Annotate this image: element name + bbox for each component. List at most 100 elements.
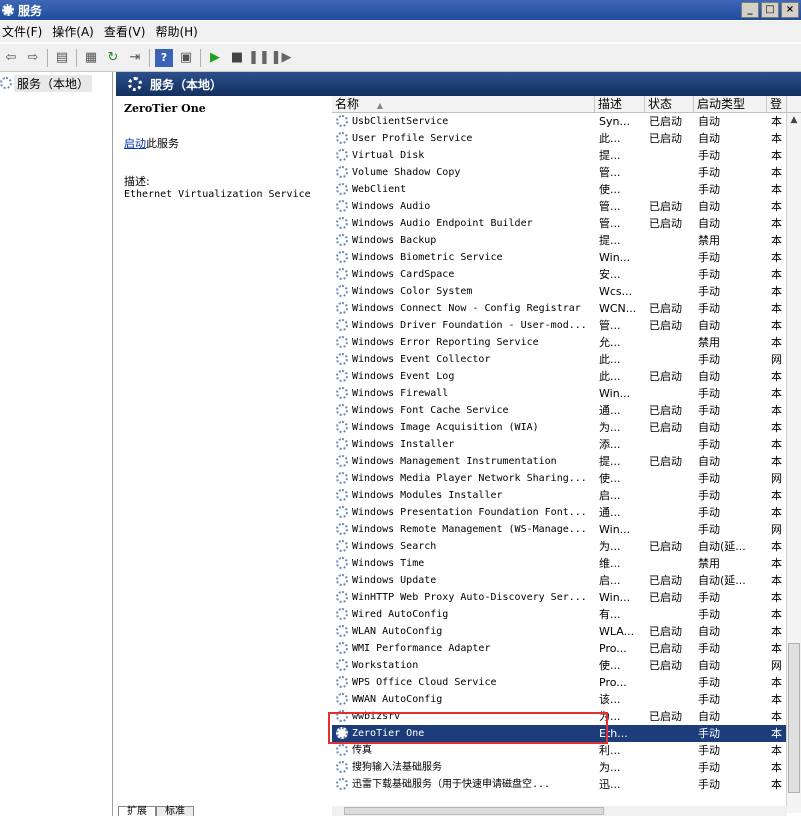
- menu-file[interactable]: 文件(F): [0, 23, 50, 40]
- service-name: Volume Shadow Copy: [352, 167, 461, 178]
- table-row[interactable]: WLAN AutoConfig WLA... 已启动 自动本: [332, 623, 787, 640]
- table-row[interactable]: Windows Audio 管... 已启动 自动本: [332, 198, 787, 215]
- service-gear-icon: [336, 319, 348, 331]
- table-row[interactable]: Windows Event Log 此... 已启动 自动本: [332, 368, 787, 385]
- table-row[interactable]: wwbizsrv 为... 已启动 自动本: [332, 708, 787, 725]
- service-gear-icon: [336, 659, 348, 671]
- help-icon[interactable]: ?: [155, 48, 173, 67]
- minimize-button[interactable]: _: [741, 2, 759, 18]
- pause-service-icon[interactable]: ❚❚: [248, 49, 270, 67]
- menu-action[interactable]: 操作(A): [50, 23, 102, 40]
- service-name: Virtual Disk: [352, 150, 425, 161]
- table-row[interactable]: UsbClientService Syn... 已启动 自动本: [332, 113, 787, 130]
- table-row[interactable]: Wired AutoConfig 有... 手动本: [332, 606, 787, 623]
- console-tree-icon[interactable]: ▤: [53, 49, 71, 67]
- table-row[interactable]: Windows Event Collector 此... 手动网: [332, 351, 787, 368]
- table-row[interactable]: Windows Search 为... 已启动 自动(延... 本: [332, 538, 787, 555]
- table-row[interactable]: 搜狗输入法基础服务 为... 手动本: [332, 759, 787, 776]
- service-name: Windows Error Reporting Service: [352, 337, 539, 348]
- table-row[interactable]: Windows Update 启... 已启动 自动(延... 本: [332, 572, 787, 589]
- service-gear-icon: [336, 710, 348, 722]
- column-header-name[interactable]: 名称 ▲: [332, 96, 595, 112]
- service-startup-type: 自动: [698, 455, 720, 468]
- table-row[interactable]: ZeroTier One Eth... 手动本: [332, 725, 787, 742]
- back-arrow-icon[interactable]: ⇦: [2, 49, 20, 67]
- restart-service-icon[interactable]: ❚▶: [271, 49, 292, 67]
- table-row[interactable]: 迅雷下载基础服务（用于快速申请磁盘空... 迅... 手动本: [332, 776, 787, 793]
- table-row[interactable]: Windows Firewall Win... 手动本: [332, 385, 787, 402]
- table-row[interactable]: User Profile Service 此... 已启动 自动本: [332, 130, 787, 147]
- column-header-startup[interactable]: 启动类型: [694, 96, 767, 112]
- toolbar: ⇦ ⇨ ▤ ▦ ↻ ⇥ ? ▣ ▶ ■ ❚❚ ❚▶: [0, 44, 801, 72]
- column-header-status[interactable]: 状态: [645, 96, 694, 112]
- service-name: WLAN AutoConfig: [352, 626, 443, 637]
- start-service-link[interactable]: 启动: [124, 137, 146, 150]
- service-startup-type: 手动: [698, 778, 720, 791]
- table-row[interactable]: Windows Font Cache Service 通... 已启动 手动本: [332, 402, 787, 419]
- maximize-button[interactable]: □: [761, 2, 779, 18]
- scroll-thumb[interactable]: [788, 643, 800, 793]
- tab-extended[interactable]: 扩展: [118, 806, 156, 817]
- table-row[interactable]: Windows Media Player Network Sharing... 使…: [332, 470, 787, 487]
- service-status: 已启动: [649, 370, 682, 383]
- show-hide-pane-icon[interactable]: ▣: [177, 49, 195, 67]
- service-name: Windows CardSpace: [352, 269, 455, 280]
- start-service-icon[interactable]: ▶: [206, 49, 224, 67]
- stop-service-icon[interactable]: ■: [228, 49, 246, 67]
- table-row[interactable]: Windows Installer 添... 手动本: [332, 436, 787, 453]
- service-gear-icon: [336, 761, 348, 773]
- table-row[interactable]: Virtual Disk 提... 手动本: [332, 147, 787, 164]
- service-name: Wired AutoConfig: [352, 609, 449, 620]
- services-icon: [128, 77, 142, 91]
- table-row[interactable]: WinHTTP Web Proxy Auto-Discovery Ser... W…: [332, 589, 787, 606]
- table-row[interactable]: Windows Audio Endpoint Builder 管... 已启动 自动本: [332, 215, 787, 232]
- column-header-logon[interactable]: 登: [767, 96, 787, 112]
- table-row[interactable]: Windows Error Reporting Service 允... 禁用本: [332, 334, 787, 351]
- menu-help[interactable]: 帮助(H): [153, 23, 205, 40]
- service-status: 已启动: [649, 574, 682, 587]
- vertical-scrollbar[interactable]: ▲: [786, 113, 801, 813]
- service-gear-icon: [336, 557, 348, 569]
- close-button[interactable]: ×: [781, 2, 799, 18]
- service-name: User Profile Service: [352, 133, 473, 144]
- table-row[interactable]: Windows Management Instrumentation 提... 已启…: [332, 453, 787, 470]
- table-row[interactable]: Volume Shadow Copy 管... 手动本: [332, 164, 787, 181]
- table-row[interactable]: Windows Backup 提... 禁用本: [332, 232, 787, 249]
- table-row[interactable]: Windows Time 维... 禁用本: [332, 555, 787, 572]
- service-name: UsbClientService: [352, 116, 449, 127]
- properties-icon[interactable]: ▦: [82, 49, 100, 67]
- tab-standard[interactable]: 标准: [156, 806, 194, 817]
- table-row[interactable]: 传真 利... 手动本: [332, 742, 787, 759]
- service-name: WWAN AutoConfig: [352, 694, 443, 705]
- service-gear-icon: [336, 302, 348, 314]
- refresh-icon[interactable]: ↻: [104, 49, 122, 67]
- table-row[interactable]: WMI Performance Adapter Pro... 已启动 手动本: [332, 640, 787, 657]
- table-row[interactable]: Windows Connect Now - Config Registrar WC…: [332, 300, 787, 317]
- table-row[interactable]: Windows Driver Foundation - User-mod... 管…: [332, 317, 787, 334]
- column-header-desc[interactable]: 描述: [595, 96, 645, 112]
- scroll-up-icon[interactable]: ▲: [787, 113, 801, 127]
- table-row[interactable]: WebClient 使... 手动本: [332, 181, 787, 198]
- table-row[interactable]: WPS Office Cloud Service Pro... 手动本: [332, 674, 787, 691]
- forward-arrow-icon[interactable]: ⇨: [24, 49, 42, 67]
- table-row[interactable]: Windows CardSpace 安... 手动本: [332, 266, 787, 283]
- service-startup-type: 自动: [698, 625, 720, 638]
- description-label: 描述:: [124, 175, 150, 188]
- service-gear-icon: [336, 251, 348, 263]
- table-row[interactable]: Workstation 使... 已启动 自动网: [332, 657, 787, 674]
- table-row[interactable]: Windows Biometric Service Win... 手动本: [332, 249, 787, 266]
- export-list-icon[interactable]: ⇥: [126, 49, 144, 67]
- table-row[interactable]: WWAN AutoConfig 该... 手动本: [332, 691, 787, 708]
- menu-view[interactable]: 查看(V): [102, 23, 154, 40]
- tree-item-services-local[interactable]: 服务（本地）: [0, 74, 112, 92]
- hscroll-thumb[interactable]: [344, 807, 604, 815]
- table-row[interactable]: Windows Modules Installer 启... 手动本: [332, 487, 787, 504]
- service-startup-type: 手动: [698, 353, 720, 366]
- table-row[interactable]: Windows Image Acquisition (WIA) 为... 已启动 自动…: [332, 419, 787, 436]
- console-tree: 服务（本地）: [0, 72, 113, 816]
- table-row[interactable]: Windows Color System Wcs... 手动本: [332, 283, 787, 300]
- horizontal-scrollbar[interactable]: [332, 806, 787, 816]
- table-row[interactable]: Windows Presentation Foundation Font... 通…: [332, 504, 787, 521]
- service-description: 使...: [599, 659, 621, 672]
- table-row[interactable]: Windows Remote Management (WS-Manage... W…: [332, 521, 787, 538]
